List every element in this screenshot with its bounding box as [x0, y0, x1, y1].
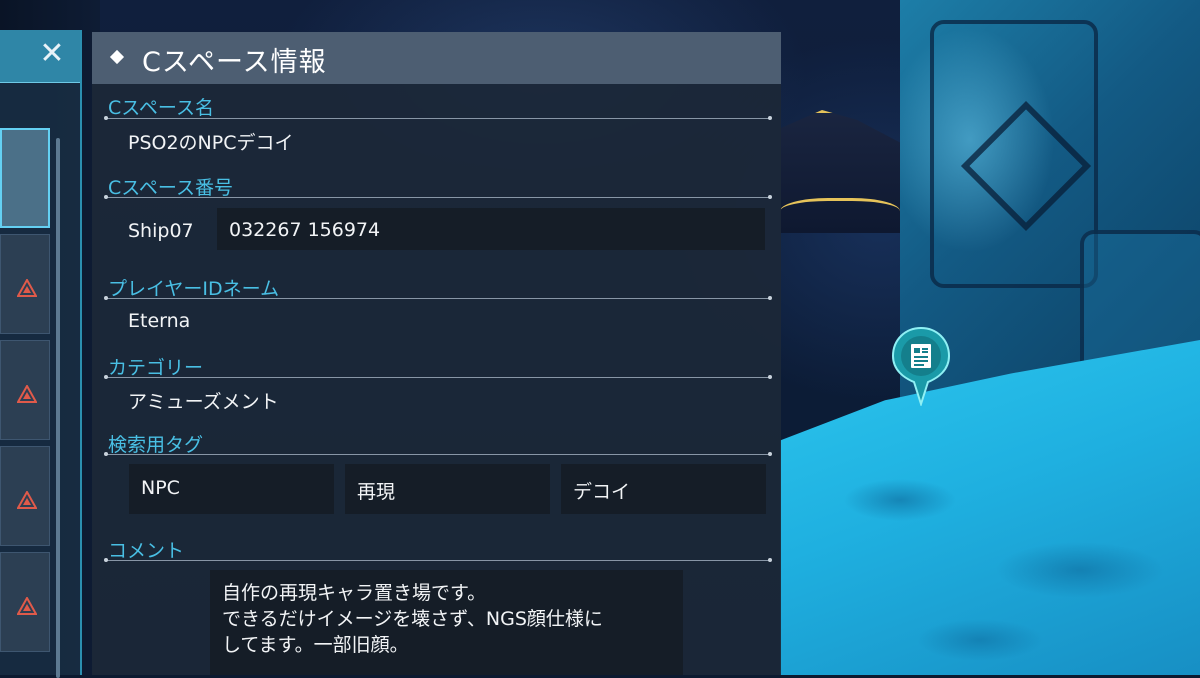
close-button[interactable]: ✕ — [34, 36, 70, 72]
tag-chip: 再現 — [345, 464, 550, 514]
comment-label: コメント — [108, 540, 185, 562]
cspace-number-value: 032267 156974 — [229, 219, 381, 241]
list-item[interactable] — [0, 446, 50, 546]
section-divider — [104, 116, 772, 120]
diamond-icon — [109, 49, 125, 65]
section-divider — [104, 195, 772, 199]
panel-title-bar: Cスペース情報 — [92, 32, 781, 84]
warning-icon — [17, 279, 37, 297]
section-divider — [104, 296, 772, 300]
list-item[interactable] — [0, 340, 50, 440]
cspace-list-panel: ✕ — [0, 30, 82, 678]
section-divider — [104, 375, 772, 379]
cspace-info-panel: Cスペース情報 Cスペース名 PSO2のNPCデコイ Cスペース番号 Ship0… — [92, 32, 781, 675]
scene-rock-edge — [780, 198, 900, 231]
cspace-number-label: Cスペース番号 — [108, 177, 233, 199]
comment-box: 自作の再現キャラ置き場です。 できるだけイメージを壊さず、NGS顔仕様に してま… — [210, 570, 683, 675]
tag-chip: NPC — [129, 464, 334, 514]
cspace-name-label: Cスペース名 — [108, 97, 214, 119]
player-id-value: Eterna — [128, 310, 191, 332]
cspace-name-value: PSO2のNPCデコイ — [128, 132, 294, 154]
list-header: ✕ — [0, 30, 80, 83]
category-label: カテゴリー — [108, 357, 204, 379]
list-item[interactable] — [0, 234, 50, 334]
document-marker-icon[interactable] — [890, 326, 952, 408]
comment-line: できるだけイメージを壊さず、NGS顔仕様に — [222, 608, 603, 630]
tag-text: NPC — [141, 477, 180, 499]
section-divider — [104, 452, 772, 456]
ship-label: Ship07 — [128, 220, 194, 242]
tag-text: デコイ — [573, 481, 631, 503]
player-id-label: プレイヤーIDネーム — [108, 278, 280, 300]
list-scrollbar[interactable] — [56, 138, 60, 678]
tag-chip: デコイ — [561, 464, 766, 514]
warning-icon — [17, 491, 37, 509]
cspace-number-field: 032267 156974 — [217, 208, 765, 250]
comment-line: してます。一部旧顔。 — [222, 634, 409, 656]
list-item[interactable] — [0, 128, 50, 228]
panel-title: Cスペース情報 — [142, 47, 327, 78]
tag-text: 再現 — [357, 481, 396, 503]
category-value: アミューズメント — [128, 391, 279, 413]
comment-line: 自作の再現キャラ置き場です。 — [222, 582, 487, 604]
search-tags-label: 検索用タグ — [108, 434, 204, 456]
section-divider — [104, 558, 772, 562]
list-item[interactable] — [0, 552, 50, 652]
warning-icon — [17, 597, 37, 615]
warning-icon — [17, 385, 37, 403]
